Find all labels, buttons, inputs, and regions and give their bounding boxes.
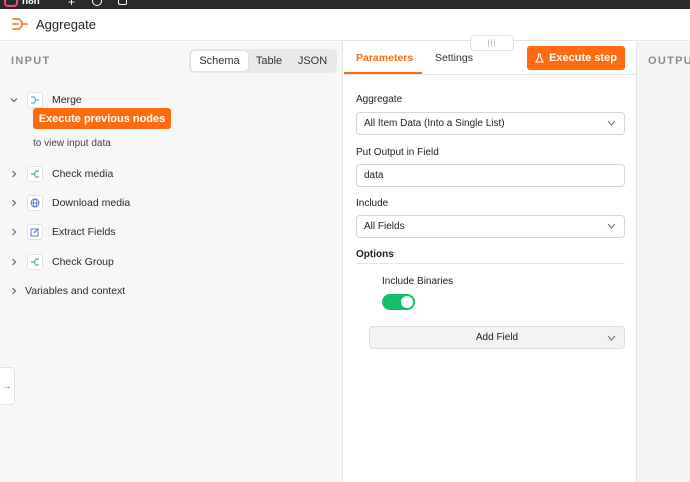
input-node-label: Merge — [52, 94, 82, 106]
include-select[interactable]: All Fields — [356, 215, 625, 238]
drag-handle[interactable]: ||| — [470, 35, 514, 51]
arrow-right-icon[interactable]: → — [0, 367, 15, 405]
execute-step-label: Execute step — [549, 52, 617, 64]
modal-header: Aggregate — [0, 9, 690, 41]
input-node-label: Extract Fields — [52, 226, 116, 238]
aggregate-icon — [12, 18, 28, 30]
input-panel: INPUT Schema Table JSON Merge Execute pr… — [0, 42, 343, 482]
input-node-check-group[interactable]: Check Group — [0, 252, 343, 272]
chevron-right-icon[interactable] — [10, 258, 18, 266]
view-option-json[interactable]: JSON — [290, 51, 335, 71]
execute-step-button[interactable]: Execute step — [527, 46, 625, 70]
add-field-button[interactable]: Add Field — [369, 326, 625, 349]
input-view-toggle: Schema Table JSON — [189, 49, 337, 73]
flask-icon — [535, 53, 544, 63]
view-option-table[interactable]: Table — [248, 51, 290, 71]
chevron-right-icon[interactable] — [10, 287, 18, 295]
chevron-right-icon[interactable] — [10, 228, 18, 236]
add-field-label: Add Field — [475, 332, 519, 343]
output-field-input[interactable]: data — [356, 164, 625, 187]
execute-previous-nodes-button[interactable]: Execute previous nodes — [33, 108, 171, 129]
node-title[interactable]: Aggregate — [36, 17, 96, 32]
switch-icon — [27, 254, 43, 270]
input-node-label: Check media — [52, 168, 114, 180]
toggle-knob — [401, 296, 413, 308]
parameters-panel: Parameters Settings Execute step Aggrega… — [344, 42, 636, 482]
n8n-logo-icon — [4, 0, 18, 7]
include-value: All Fields — [364, 221, 405, 232]
input-node-check-media[interactable]: Check media — [0, 164, 343, 184]
options-heading: Options — [356, 249, 394, 260]
active-tab-indicator — [344, 72, 422, 74]
view-option-schema[interactable]: Schema — [191, 51, 248, 71]
globe-icon — [27, 195, 43, 211]
variables-label: Variables and context — [25, 285, 126, 297]
app-name: n8n — [22, 0, 40, 7]
input-node-merge[interactable]: Merge — [0, 90, 343, 110]
include-binaries-toggle[interactable] — [382, 294, 415, 310]
tab-settings[interactable]: Settings — [435, 52, 473, 64]
chevron-down-icon — [607, 223, 616, 229]
input-panel-label: INPUT — [11, 55, 51, 67]
include-label: Include — [356, 198, 389, 209]
include-binaries-label: Include Binaries — [382, 276, 454, 287]
merge-icon — [27, 92, 43, 108]
edit-icon — [27, 224, 43, 240]
aggregate-label: Aggregate — [356, 94, 403, 105]
chevron-right-icon[interactable] — [10, 170, 18, 178]
panel-icon[interactable] — [118, 0, 127, 5]
chevron-right-icon[interactable] — [10, 199, 18, 207]
output-field-label: Put Output in Field — [356, 147, 439, 158]
output-panel: OUTPUT — [636, 42, 690, 482]
output-field-value: data — [364, 170, 384, 181]
node-details-modal: Aggregate INPUT Schema Table JSON Merge … — [0, 9, 690, 482]
search-icon[interactable] — [92, 0, 102, 6]
input-node-label: Check Group — [52, 256, 114, 268]
switch-icon — [27, 166, 43, 182]
options-divider — [356, 263, 625, 264]
input-node-label: Download media — [52, 197, 131, 209]
chevron-down-icon — [607, 335, 616, 341]
tab-parameters[interactable]: Parameters — [356, 52, 413, 64]
chevron-down-icon[interactable] — [10, 96, 18, 104]
variables-and-context[interactable]: Variables and context — [0, 281, 343, 301]
input-node-extract-fields[interactable]: Extract Fields — [0, 222, 343, 242]
plus-icon[interactable]: + — [68, 0, 75, 9]
aggregate-value: All Item Data (Into a Single List) — [364, 118, 505, 129]
view-input-hint: to view input data — [33, 138, 111, 149]
chevron-down-icon — [607, 120, 616, 126]
app-topbar: n8n + — [0, 0, 690, 9]
output-panel-label: OUTPUT — [648, 55, 690, 67]
input-node-download-media[interactable]: Download media — [0, 193, 343, 213]
aggregate-select[interactable]: All Item Data (Into a Single List) — [356, 112, 625, 135]
